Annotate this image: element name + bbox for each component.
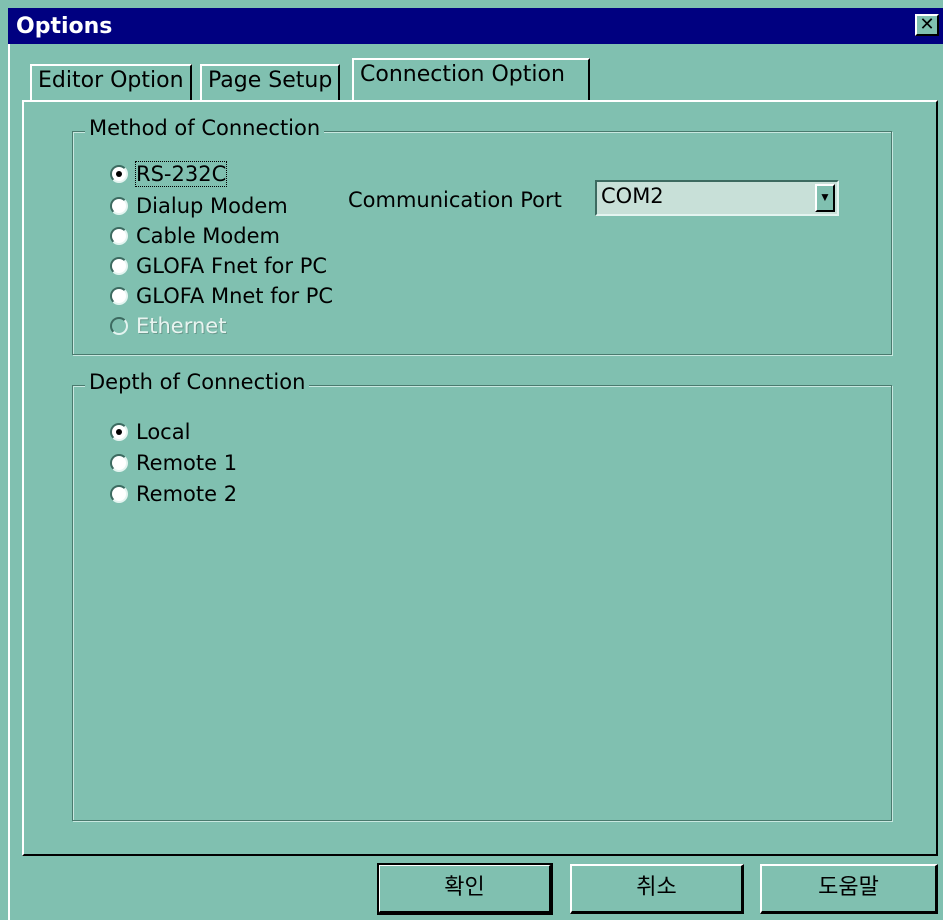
radio-label: Remote 2 <box>136 482 238 506</box>
tab-label: Page Setup <box>208 68 333 93</box>
combo-value: COM2 <box>601 184 664 208</box>
radio-remote-2[interactable]: Remote 2 <box>110 480 237 508</box>
radio-label: GLOFA Fnet for PC <box>136 254 328 278</box>
button-label: 취소 <box>636 875 677 900</box>
tab-editor-option[interactable]: Editor Option <box>30 64 192 100</box>
tab-label: Editor Option <box>38 68 184 93</box>
radio-dialup-modem[interactable]: Dialup Modem <box>110 192 288 220</box>
radio-glofa-fnet[interactable]: GLOFA Fnet for PC <box>110 252 327 280</box>
close-icon: ✕ <box>919 14 935 34</box>
radio-label: Dialup Modem <box>136 194 288 218</box>
radio-label: Cable Modem <box>136 224 280 248</box>
radio-icon <box>110 454 128 472</box>
radio-local[interactable]: Local <box>110 418 190 446</box>
tab-connection-option[interactable]: Connection Option <box>352 58 590 100</box>
window-title: Options <box>16 14 113 39</box>
radio-cable-modem[interactable]: Cable Modem <box>110 222 280 250</box>
group-title: Method of Connection <box>85 116 325 140</box>
radio-icon <box>110 287 128 305</box>
group-title: Depth of Connection <box>85 370 310 394</box>
radio-checked-icon <box>110 423 128 441</box>
radio-label: Local <box>136 420 191 444</box>
cancel-button[interactable]: 취소 <box>570 864 744 914</box>
radio-glofa-mnet[interactable]: GLOFA Mnet for PC <box>110 282 333 310</box>
chevron-down-icon: ▼ <box>819 190 831 204</box>
title-bar[interactable]: Options ✕ <box>8 8 943 44</box>
radio-disabled-icon <box>110 317 128 335</box>
radio-icon <box>110 257 128 275</box>
radio-icon <box>110 197 128 215</box>
radio-label: Remote 1 <box>136 451 238 475</box>
radio-label: GLOFA Mnet for PC <box>136 284 334 308</box>
radio-icon <box>110 485 128 503</box>
options-dialog: Options ✕ Editor Option Page Setup Conne… <box>0 0 943 920</box>
dialog-left-edge <box>8 44 10 920</box>
radio-remote-1[interactable]: Remote 1 <box>110 449 237 477</box>
radio-icon <box>110 227 128 245</box>
dropdown-button[interactable]: ▼ <box>815 184 835 212</box>
communication-port-select[interactable]: COM2 ▼ <box>595 180 839 216</box>
communication-port-label: Communication Port <box>348 188 562 212</box>
radio-label: RS-232C <box>134 161 228 187</box>
radio-checked-icon <box>110 165 128 183</box>
button-label: 확인 <box>444 875 485 900</box>
close-button[interactable]: ✕ <box>915 14 939 36</box>
radio-label: Ethernet <box>136 314 227 338</box>
tab-page-setup[interactable]: Page Setup <box>200 64 341 100</box>
radio-ethernet: Ethernet <box>110 312 226 340</box>
button-label: 도움말 <box>818 875 879 900</box>
help-button[interactable]: 도움말 <box>760 864 938 914</box>
tab-label: Connection Option <box>360 62 565 87</box>
radio-rs232c[interactable]: RS-232C <box>110 160 228 188</box>
ok-button[interactable]: 확인 <box>377 863 553 915</box>
